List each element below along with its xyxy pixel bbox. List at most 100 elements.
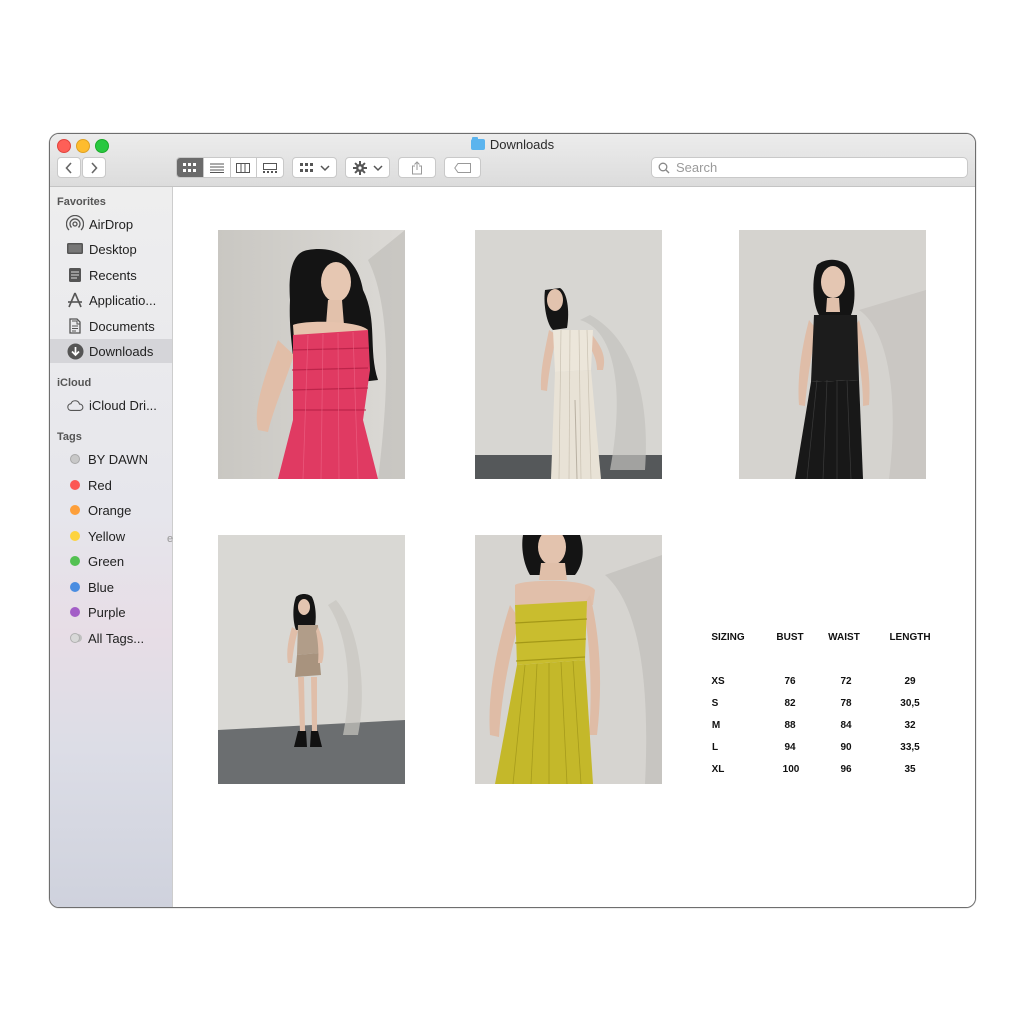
sidebar-item-airdrop[interactable]: AirDrop (50, 212, 172, 236)
tag-icon (453, 162, 471, 173)
cloud-icon (66, 396, 84, 414)
stray-text-mark: e (167, 533, 174, 545)
search-placeholder: Search (676, 160, 718, 175)
action-button[interactable] (345, 157, 390, 178)
chevron-right-icon (91, 161, 98, 174)
tag-dot-icon (70, 556, 80, 566)
photo-chartreuse-set[interactable] (475, 535, 662, 784)
sidebar-tag-yellow[interactable]: Yellow (50, 524, 172, 548)
photo-black-image (739, 230, 926, 479)
list-view-button[interactable] (204, 158, 231, 177)
gallery-view-button[interactable] (257, 158, 283, 177)
search-icon (658, 162, 670, 173)
sidebar-item-label: Desktop (89, 241, 137, 257)
sidebar-item-label: Yellow (88, 528, 126, 544)
chevron-down-icon (372, 164, 383, 171)
sidebar-tag-purple[interactable]: Purple (50, 600, 172, 624)
window-title: Downloads (50, 137, 975, 152)
sidebar-item-label: Purple (88, 604, 126, 620)
size-label: M (711, 720, 721, 731)
sizing-header: SIZING (711, 632, 745, 643)
tag-dot-icon (70, 505, 80, 515)
share-icon (412, 160, 422, 174)
length-value: 30,5 (900, 698, 920, 709)
bust-value: 100 (782, 764, 800, 775)
size-label: XL (711, 764, 725, 775)
tag-dot-icon (70, 454, 80, 464)
length-value: 32 (904, 720, 916, 731)
photo-white-set[interactable] (475, 230, 662, 479)
sidebar-item-label: Applicatio... (89, 292, 157, 308)
photo-white-image (475, 230, 662, 479)
sizing-row: M 88 84 32 (711, 720, 951, 734)
photo-taupe-set[interactable] (218, 535, 405, 784)
sidebar-item-label: Downloads (89, 343, 154, 359)
sidebar-tag-green[interactable]: Green (50, 549, 172, 573)
downloads-icon (66, 342, 84, 360)
group-button[interactable] (292, 157, 337, 178)
sidebar-tag-by-dawn[interactable]: BY DAWN (50, 447, 172, 471)
length-value: 35 (904, 764, 916, 775)
bust-value: 82 (784, 698, 796, 709)
folder-icon (470, 137, 485, 150)
sizing-row: XL 100 96 35 (711, 764, 951, 778)
length-value: 33,5 (900, 742, 920, 753)
column-view-button[interactable] (231, 158, 258, 177)
sidebar-item-label: Documents (89, 318, 155, 334)
bust-value: 94 (784, 742, 796, 753)
chevron-down-icon (319, 164, 330, 171)
tag-dot-icon (70, 480, 80, 490)
sidebar-item-label: BY DAWN (88, 451, 148, 467)
bust-header: BUST (776, 632, 804, 643)
grid-icon (299, 162, 313, 172)
icon-view-button[interactable] (177, 158, 204, 177)
sidebar-tag-red[interactable]: Red (50, 473, 172, 497)
recents-icon (66, 266, 84, 284)
documents-icon (66, 317, 84, 335)
desktop-icon (66, 240, 84, 258)
gear-icon (352, 160, 367, 175)
sizing-row: XS 76 72 29 (711, 676, 951, 690)
grid-icon (182, 162, 196, 172)
sidebar-item-label: All Tags... (88, 630, 145, 646)
search-field[interactable]: Search (651, 157, 968, 178)
file-grid: SIZING BUST WAIST LENGTH XS 76 72 29 S 8… (173, 187, 975, 907)
tags-header: Tags (57, 431, 82, 443)
photo-black-set[interactable] (739, 230, 926, 479)
sizing-header-row: SIZING BUST WAIST LENGTH (711, 632, 951, 646)
tag-dot-icon (70, 607, 80, 617)
sidebar-item-downloads[interactable]: Downloads (50, 339, 172, 363)
photo-chartreuse-image (475, 535, 662, 784)
photo-pink-top[interactable] (218, 230, 405, 479)
favorites-header: Favorites (57, 196, 106, 208)
sizing-row: S 82 78 30,5 (711, 698, 951, 712)
applications-icon (66, 291, 84, 309)
list-icon (209, 163, 224, 173)
length-header: LENGTH (889, 632, 931, 643)
bust-value: 76 (784, 676, 796, 687)
sidebar-item-desktop[interactable]: Desktop (50, 237, 172, 261)
waist-value: 72 (840, 676, 852, 687)
waist-value: 96 (840, 764, 852, 775)
size-label: L (711, 742, 719, 753)
share-button[interactable] (398, 157, 436, 178)
photo-taupe-image (218, 535, 405, 784)
sidebar-item-recents[interactable]: Recents (50, 263, 172, 287)
back-button[interactable] (57, 157, 81, 178)
waist-value: 78 (840, 698, 852, 709)
sidebar-tag-blue[interactable]: Blue (50, 575, 172, 599)
sidebar-item-applications[interactable]: Applicatio... (50, 288, 172, 312)
sidebar-item-icloud-drive[interactable]: iCloud Dri... (50, 393, 172, 417)
forward-button[interactable] (82, 157, 106, 178)
photo-pink-image (218, 230, 405, 479)
sidebar-item-label: Recents (89, 267, 137, 283)
columns-icon (236, 162, 251, 173)
bust-value: 88 (784, 720, 796, 731)
sidebar-item-label: iCloud Dri... (89, 397, 157, 413)
sidebar-item-documents[interactable]: Documents (50, 314, 172, 338)
sidebar-tag-all[interactable]: All Tags... (50, 626, 172, 650)
tag-button[interactable] (444, 157, 481, 178)
sidebar-tag-orange[interactable]: Orange (50, 498, 172, 522)
sidebar-item-label: Green (88, 553, 125, 569)
size-label: S (711, 698, 719, 709)
